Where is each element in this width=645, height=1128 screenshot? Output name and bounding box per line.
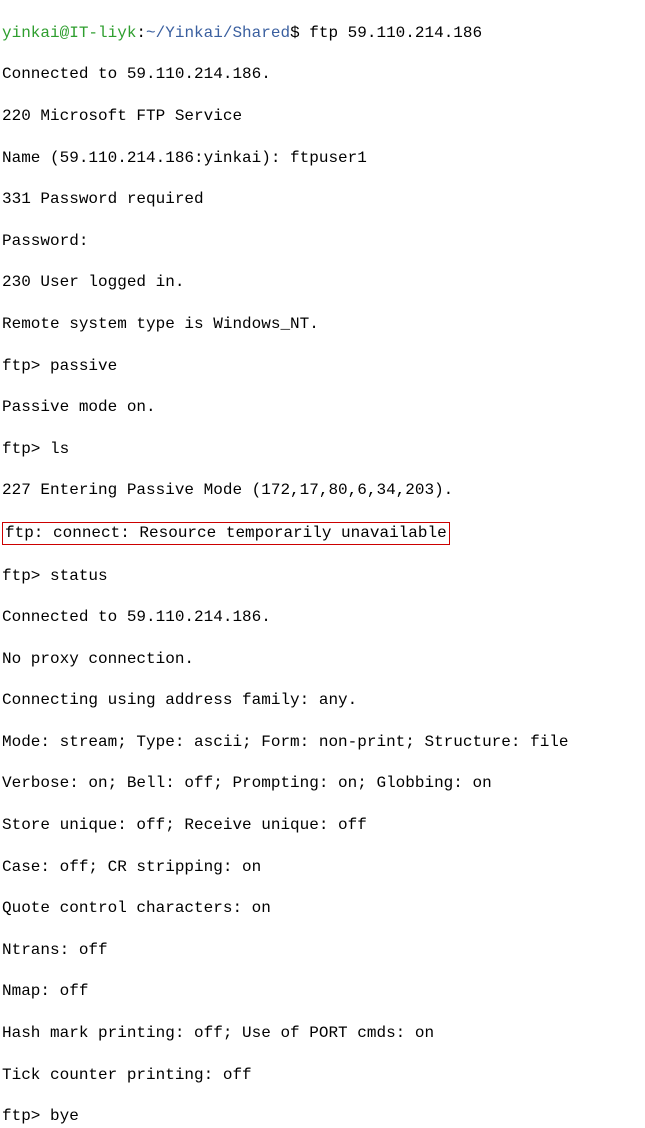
command-ftp: ftp 59.110.214.186 xyxy=(309,24,482,42)
output-line: Tick counter printing: off xyxy=(2,1065,643,1086)
output-line: Quote control characters: on xyxy=(2,898,643,919)
ftp-prompt-line: ftp> ls xyxy=(2,439,643,460)
output-line: Hash mark printing: off; Use of PORT cmd… xyxy=(2,1023,643,1044)
prompt-symbol: $ xyxy=(290,24,309,42)
prompt-sep: : xyxy=(136,24,146,42)
ftp-prompt-line: ftp> bye xyxy=(2,1106,643,1127)
output-line: 227 Entering Passive Mode (172,17,80,6,3… xyxy=(2,480,643,501)
command-bye: bye xyxy=(50,1107,79,1125)
ftp-prompt-line: ftp> status xyxy=(2,566,643,587)
output-line: Connected to 59.110.214.186. xyxy=(2,64,643,85)
output-line: Nmap: off xyxy=(2,981,643,1002)
ftp-prompt-line: ftp> passive xyxy=(2,356,643,377)
command-passive: passive xyxy=(50,357,117,375)
output-line: 230 User logged in. xyxy=(2,272,643,293)
output-line: Case: off; CR stripping: on xyxy=(2,857,643,878)
shell-prompt-line: yinkai@IT-liyk:~/Yinkai/Shared$ ftp 59.1… xyxy=(2,23,643,44)
ftp-prompt: ftp> xyxy=(2,567,50,585)
prompt-user: yinkai@IT-liyk xyxy=(2,24,136,42)
output-line: Password: xyxy=(2,231,643,252)
terminal-output: yinkai@IT-liyk:~/Yinkai/Shared$ ftp 59.1… xyxy=(2,2,643,1128)
command-status: status xyxy=(50,567,108,585)
command-ls: ls xyxy=(50,440,69,458)
output-line: Connecting using address family: any. xyxy=(2,690,643,711)
ftp-prompt: ftp> xyxy=(2,357,50,375)
output-line: Mode: stream; Type: ascii; Form: non-pri… xyxy=(2,732,643,753)
prompt-path: ~/Yinkai/Shared xyxy=(146,24,290,42)
output-line: No proxy connection. xyxy=(2,649,643,670)
output-line: Remote system type is Windows_NT. xyxy=(2,314,643,335)
output-line: 331 Password required xyxy=(2,189,643,210)
output-line: Verbose: on; Bell: off; Prompting: on; G… xyxy=(2,773,643,794)
ftp-prompt: ftp> xyxy=(2,440,50,458)
error-text: ftp: connect: Resource temporarily unava… xyxy=(2,522,450,545)
output-line: 220 Microsoft FTP Service xyxy=(2,106,643,127)
output-line: Store unique: off; Receive unique: off xyxy=(2,815,643,836)
output-line: Name (59.110.214.186:yinkai): ftpuser1 xyxy=(2,148,643,169)
ftp-prompt: ftp> xyxy=(2,1107,50,1125)
error-line-highlighted: ftp: connect: Resource temporarily unava… xyxy=(2,522,643,545)
output-line: Connected to 59.110.214.186. xyxy=(2,607,643,628)
output-line: Ntrans: off xyxy=(2,940,643,961)
output-line: Passive mode on. xyxy=(2,397,643,418)
